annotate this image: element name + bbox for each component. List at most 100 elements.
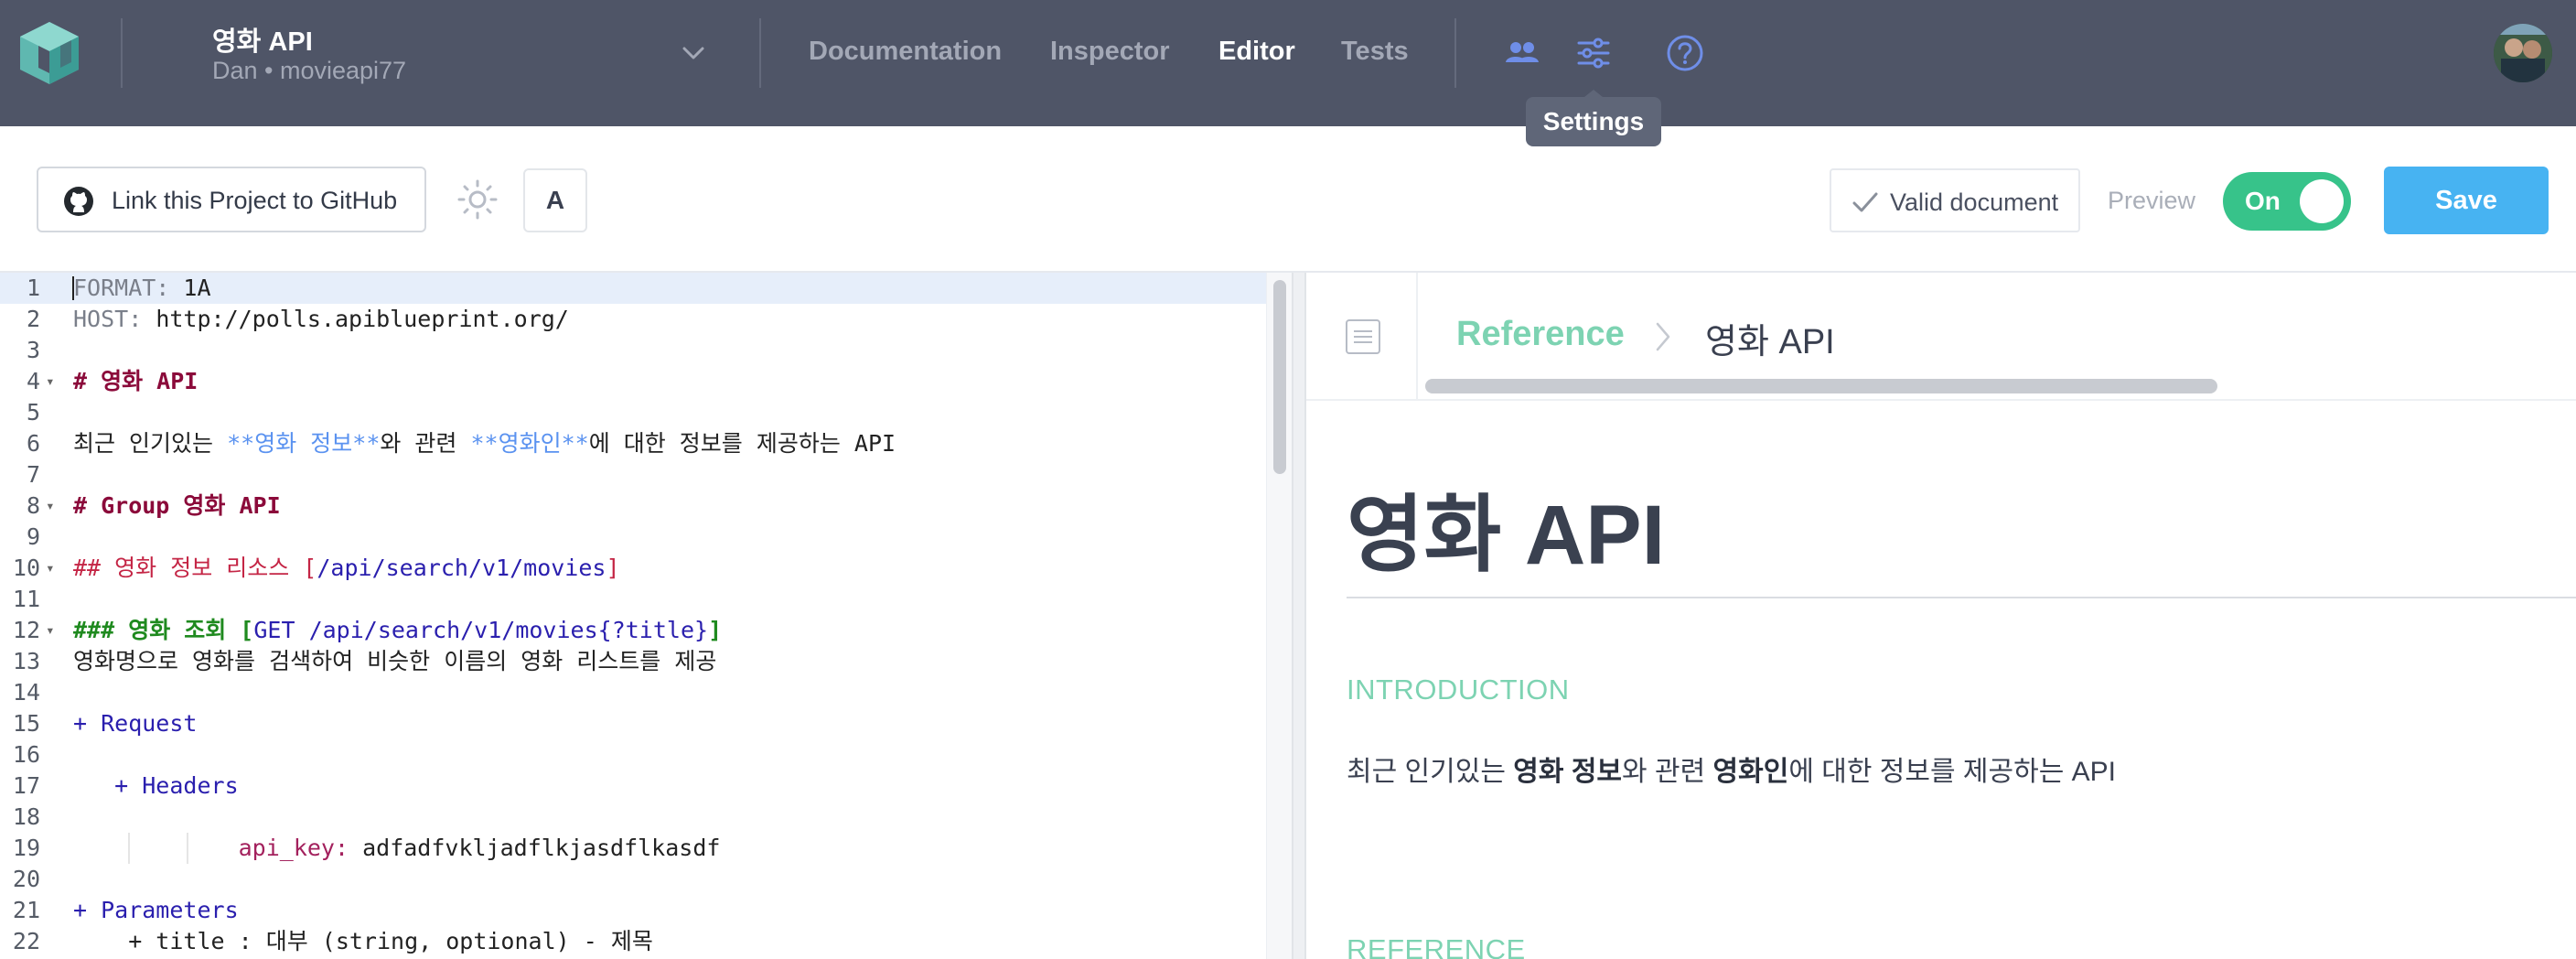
editor-line[interactable]: 16 <box>0 739 1266 770</box>
topbar-divider <box>1454 18 1456 88</box>
line-number: 9 <box>26 523 40 550</box>
topbar-divider <box>759 18 761 88</box>
line-number: 1 <box>26 275 40 301</box>
code-text: # Group 영화 API <box>73 490 281 522</box>
code-text: 영화명으로 영화를 검색하여 비슷한 이름의 영화 리스트를 제공 <box>73 646 716 677</box>
editor-line[interactable]: 18 <box>0 802 1266 833</box>
topbar-divider <box>121 18 123 88</box>
code-token: + Request <box>73 710 198 737</box>
editor-line[interactable]: 17 + Headers <box>0 770 1266 802</box>
line-number: 5 <box>26 399 40 426</box>
chevron-down-icon[interactable] <box>679 40 708 66</box>
github-icon <box>64 187 93 216</box>
editor-line[interactable]: 9 <box>0 522 1266 553</box>
editor-line[interactable]: 14 <box>0 677 1266 708</box>
code-token: 최근 인기있는 <box>73 430 228 457</box>
line-number: 11 <box>12 586 40 612</box>
line-number: 14 <box>12 679 40 706</box>
editor-line[interactable]: 12 ▾ ### 영화 조회 [GET /api/search/v1/movies{… <box>0 615 1266 646</box>
line-number: 19 <box>12 835 40 861</box>
editor-scrollbar-thumb[interactable] <box>1273 280 1286 474</box>
valid-document-label: Valid document <box>1890 189 2059 216</box>
preview-horizontal-scrollbar[interactable] <box>1425 379 2217 393</box>
line-number: 20 <box>12 866 40 892</box>
editor-line[interactable]: 7 <box>0 459 1266 490</box>
line-number: 17 <box>12 772 40 799</box>
title-divider <box>1347 597 2576 598</box>
editor-line[interactable]: 11 <box>0 584 1266 615</box>
code-text: api_key: adfadfvkljadflkjasdflkasdf <box>73 833 721 864</box>
code-text: + Request <box>73 708 197 739</box>
code-text: 최근 인기있는 **영화 정보**와 관련 **영화인**에 대한 정보를 제공… <box>73 428 896 459</box>
editor-line[interactable]: 15 + Request <box>0 708 1266 739</box>
breadcrumb-reference[interactable]: Reference <box>1456 315 1625 354</box>
tab-documentation[interactable]: Documentation <box>809 37 1002 67</box>
editor-line[interactable]: 8 ▾ # Group 영화 API <box>0 490 1266 522</box>
body-text: 최근 인기있는 <box>1347 757 1514 787</box>
toc-menu-button[interactable] <box>1306 273 1418 401</box>
theme-toggle-sun-icon[interactable] <box>454 174 501 225</box>
chevron-right-icon <box>1656 322 1670 351</box>
project-name[interactable]: 영화 API <box>212 20 313 59</box>
tab-inspector[interactable]: Inspector <box>1050 37 1170 67</box>
code-token: GET /api/search/v1/movies{?title} <box>253 617 709 643</box>
fold-arrow-icon[interactable]: ▾ <box>46 366 59 397</box>
fold-arrow-icon[interactable]: ▾ <box>46 553 59 584</box>
section-heading-reference: REFERENCE <box>1347 933 1526 959</box>
code-text: HOST: http://polls.apiblueprint.org/ <box>73 304 569 335</box>
link-github-button[interactable]: Link this Project to GitHub <box>37 167 426 232</box>
top-navigation-bar: 영화 API Dan • movieapi77 Documentation In… <box>0 0 2576 126</box>
emphasis-text: 영화 정보 <box>1513 757 1623 787</box>
editor-line[interactable]: 22 + title : 대부 (string, optional) - 제목 <box>0 926 1266 957</box>
code-token: ] <box>708 617 723 643</box>
fold-arrow-icon[interactable]: ▾ <box>46 615 59 646</box>
pane-splitter[interactable] <box>1292 273 1306 959</box>
save-button[interactable]: Save <box>2384 167 2549 234</box>
editor-line[interactable]: 21 + Parameters <box>0 895 1266 926</box>
code-token: + Headers <box>114 772 239 799</box>
apiary-logo-icon[interactable] <box>15 18 84 88</box>
project-owner[interactable]: Dan • movieapi77 <box>212 57 406 85</box>
code-text: + Headers <box>73 770 239 802</box>
editor-line[interactable]: 20 <box>0 864 1266 895</box>
line-number: 21 <box>12 897 40 923</box>
editor-line[interactable]: 13 영화명으로 영화를 검색하여 비슷한 이름의 영화 리스트를 제공 <box>0 646 1266 677</box>
help-icon[interactable] <box>1665 33 1705 73</box>
code-token: 와 관련 <box>380 430 471 457</box>
editor-line[interactable]: 4 ▾ # 영화 API <box>0 366 1266 397</box>
editor-line[interactable]: 5 <box>0 397 1266 428</box>
editor-line[interactable]: 3 <box>0 335 1266 366</box>
line-number: 8 <box>26 492 40 519</box>
avatar[interactable] <box>2494 24 2552 82</box>
tab-tests[interactable]: Tests <box>1341 37 1409 67</box>
avatar-image <box>2494 24 2552 82</box>
font-size-button[interactable]: A <box>523 168 587 232</box>
code-token: # 영화 API <box>73 368 199 394</box>
fold-arrow-icon[interactable]: ▾ <box>46 490 59 522</box>
team-icon[interactable] <box>1502 33 1542 73</box>
code-text: + title : 대부 (string, optional) - 제목 <box>73 926 653 957</box>
editor-line[interactable]: 1 FORMAT: 1A <box>0 273 1266 304</box>
introduction-text: 최근 인기있는 영화 정보와 관련 영화인에 대한 정보를 제공하는 API <box>1347 749 2116 789</box>
link-github-label: Link this Project to GitHub <box>112 187 398 214</box>
settings-icon[interactable] <box>1573 33 1614 73</box>
checkmark-icon <box>1852 192 1878 212</box>
code-token: + Parameters <box>73 897 239 923</box>
code-token: api_key: <box>238 835 363 861</box>
line-number: 7 <box>26 461 40 488</box>
editor-line[interactable]: 2 HOST: http://polls.apiblueprint.org/ <box>0 304 1266 335</box>
tab-editor[interactable]: Editor <box>1218 37 1295 67</box>
preview-toggle[interactable]: On <box>2223 172 2351 231</box>
indent-guide <box>128 833 130 864</box>
code-token: 에 대한 정보를 제공하는 API <box>588 430 896 457</box>
editor-line[interactable]: 10 ▾ ## 영화 정보 리소스 [/api/search/v1/movies] <box>0 553 1266 584</box>
code-token: **영화 정보** <box>227 430 381 457</box>
editor-line[interactable]: 6 최근 인기있는 **영화 정보**와 관련 **영화인**에 대한 정보를 제… <box>0 428 1266 459</box>
editor-line[interactable]: 19 api_key: adfadfvkljadflkjasdflkasdf <box>0 833 1266 864</box>
code-editor[interactable]: 1 FORMAT: 1A 2 HOST: http://polls.apibluepr… <box>0 273 1292 959</box>
code-text: # 영화 API <box>73 366 198 397</box>
line-number: 4 <box>26 368 40 394</box>
indent-guide <box>187 833 188 864</box>
document-list-icon <box>1346 319 1380 354</box>
